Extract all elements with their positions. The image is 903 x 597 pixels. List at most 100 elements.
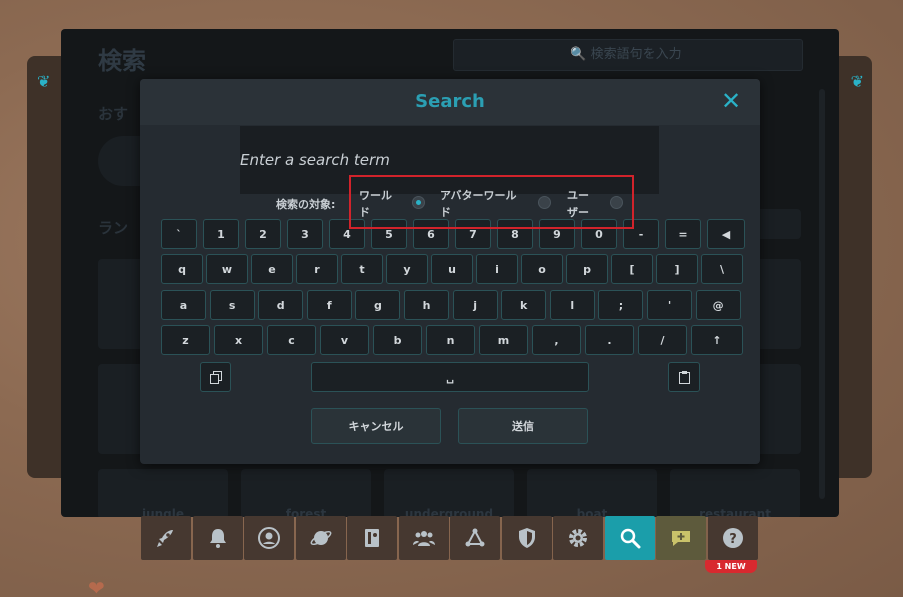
radio-label-avatar-world: アバターワール ド <box>440 189 517 219</box>
key-button[interactable]: p <box>566 254 608 284</box>
key-button[interactable]: v <box>320 325 369 355</box>
rocket-icon <box>157 530 173 547</box>
key-button[interactable]: k <box>501 290 547 320</box>
svg-text:?: ? <box>729 532 737 547</box>
key-button[interactable]: h <box>404 290 449 320</box>
launch-button[interactable] <box>141 516 191 560</box>
radio-avatar-world[interactable] <box>538 196 551 209</box>
copy-key[interactable] <box>200 362 231 392</box>
background-search-placeholder: 検索語句を入力 <box>590 47 682 62</box>
section-ranking-label: ラン <box>98 219 129 237</box>
social-button[interactable] <box>399 516 449 560</box>
space-key[interactable]: ␣ <box>311 362 589 392</box>
category-card[interactable]: boat <box>527 469 657 517</box>
key-button[interactable]: = <box>665 219 701 249</box>
worlds-button[interactable] <box>296 516 346 560</box>
radio-user[interactable] <box>610 196 623 209</box>
close-button[interactable]: ✕ <box>718 88 744 114</box>
key-button[interactable]: ; <box>598 290 644 320</box>
avatars-button[interactable] <box>347 516 397 560</box>
copy-icon <box>209 370 222 384</box>
key-button[interactable]: o <box>521 254 563 284</box>
dialog-header: Search ✕ <box>140 79 760 125</box>
key-button[interactable]: j <box>452 290 498 320</box>
close-icon: ✕ <box>720 87 742 115</box>
key-button[interactable]: [ <box>611 254 653 284</box>
key-button[interactable]: i <box>476 254 518 284</box>
profile-button[interactable] <box>244 516 294 560</box>
key-button[interactable]: r <box>296 254 338 284</box>
submit-button[interactable]: 送信 <box>458 408 588 444</box>
feedback-button[interactable] <box>656 516 706 560</box>
key-button[interactable]: b <box>373 325 422 355</box>
wing-icon: ❦ <box>850 72 864 91</box>
key-button[interactable]: t <box>341 254 383 284</box>
search-input[interactable] <box>240 126 659 194</box>
key-button[interactable]: g <box>355 290 401 320</box>
planet-icon <box>310 530 332 546</box>
key-button[interactable]: 9 <box>539 219 575 249</box>
category-card[interactable]: forest <box>241 469 371 517</box>
help-button[interactable]: ? <box>708 516 758 560</box>
section-recommended-label: おす <box>98 105 129 123</box>
key-button[interactable]: ` <box>161 219 197 249</box>
key-button[interactable]: x <box>214 325 263 355</box>
category-card[interactable]: jungle <box>98 469 228 517</box>
key-button[interactable]: y <box>386 254 428 284</box>
key-button[interactable]: / <box>638 325 687 355</box>
category-card[interactable]: restaurant <box>670 469 800 517</box>
key-button[interactable]: u <box>431 254 473 284</box>
key-button[interactable]: w <box>206 254 248 284</box>
key-button[interactable]: 6 <box>413 219 449 249</box>
key-button[interactable]: 7 <box>455 219 491 249</box>
key-button[interactable]: 3 <box>287 219 323 249</box>
key-button[interactable]: . <box>585 325 634 355</box>
chat-plus-icon <box>672 531 690 546</box>
search-button[interactable] <box>605 516 655 560</box>
heart-icon: ❤ <box>88 576 105 597</box>
key-button[interactable]: f <box>306 290 352 320</box>
key-button[interactable]: ↑ <box>691 325 743 355</box>
key-button[interactable]: 4 <box>329 219 365 249</box>
key-button[interactable]: n <box>426 325 475 355</box>
background-scrollbar[interactable] <box>819 89 825 499</box>
key-button[interactable]: - <box>623 219 659 249</box>
key-button[interactable]: @ <box>695 290 741 320</box>
key-button[interactable]: a <box>161 290 206 320</box>
shield-icon <box>519 528 535 548</box>
network-icon <box>465 528 485 547</box>
key-button[interactable]: 1 <box>203 219 239 249</box>
key-button[interactable]: 8 <box>497 219 533 249</box>
radio-world[interactable] <box>412 196 425 209</box>
key-button[interactable]: m <box>479 325 528 355</box>
key-button[interactable]: \ <box>701 254 743 284</box>
cancel-button[interactable]: キャンセル <box>311 408 441 444</box>
help-icon: ? <box>723 528 743 548</box>
key-button[interactable]: q <box>161 254 203 284</box>
key-button[interactable]: 2 <box>245 219 281 249</box>
paste-key[interactable] <box>668 362 700 392</box>
key-button[interactable]: , <box>532 325 581 355</box>
search-dialog: Search ✕ 検索の対象: ワール ド アバターワール ド ユー ザー `1… <box>140 79 760 464</box>
key-button[interactable]: 0 <box>581 219 617 249</box>
avatar-book-icon <box>365 529 379 547</box>
key-button[interactable]: c <box>267 325 316 355</box>
groups-button[interactable] <box>450 516 500 560</box>
key-button[interactable]: 5 <box>371 219 407 249</box>
key-button[interactable]: e <box>251 254 293 284</box>
notifications-button[interactable] <box>193 516 243 560</box>
wing-icon: ❦ <box>37 72 51 91</box>
settings-button[interactable] <box>553 516 603 560</box>
key-button[interactable]: ◀ <box>707 219 745 249</box>
safety-button[interactable] <box>502 516 552 560</box>
bell-icon <box>210 529 226 548</box>
key-button[interactable]: d <box>258 290 304 320</box>
category-card[interactable]: underground <box>384 469 514 517</box>
background-title: 検索 <box>98 47 146 75</box>
key-button[interactable]: ' <box>647 290 692 320</box>
key-button[interactable]: z <box>161 325 210 355</box>
background-search-input[interactable]: 🔍 検索語句を入力 <box>453 39 803 71</box>
key-button[interactable]: s <box>209 290 255 320</box>
key-button[interactable]: ] <box>656 254 698 284</box>
key-button[interactable]: l <box>549 290 595 320</box>
